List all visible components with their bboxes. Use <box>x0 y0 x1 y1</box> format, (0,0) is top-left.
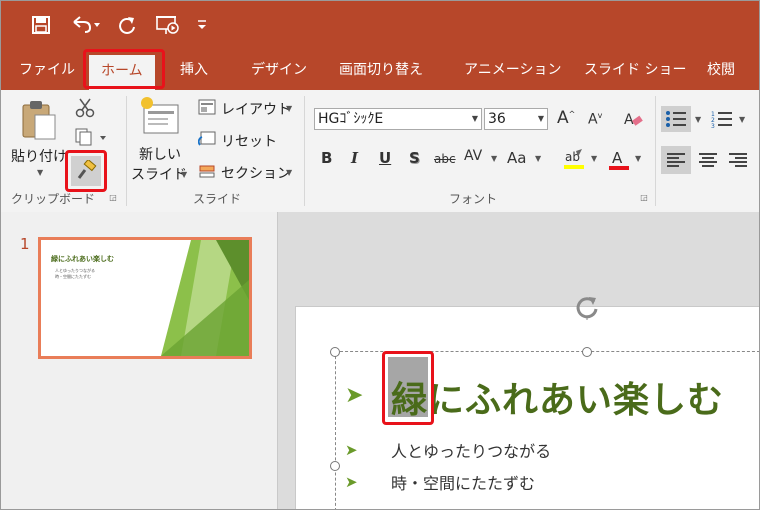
rotate-handle-icon[interactable] <box>573 293 601 321</box>
strikethrough-button[interactable]: abc <box>434 152 456 166</box>
resize-handle[interactable] <box>330 347 340 357</box>
divider <box>655 96 656 206</box>
spacing-dropdown-icon[interactable]: ▼ <box>491 154 497 163</box>
bullet-icon: ➤ <box>345 473 358 491</box>
svg-text:A: A <box>624 112 634 128</box>
divider <box>304 96 305 206</box>
layout-dropdown-icon[interactable]: ▼ <box>286 104 292 113</box>
slide-bullet-text[interactable]: 時・空間にたたずむ <box>391 470 535 494</box>
clipboard-group-label: クリップボード <box>11 192 96 206</box>
resize-handle[interactable] <box>582 347 592 357</box>
svg-text:A: A <box>612 149 623 167</box>
paste-button[interactable]: 貼り付け <box>11 146 67 166</box>
svg-text:3: 3 <box>711 123 715 128</box>
customize-qat-icon[interactable] <box>194 11 210 39</box>
font-name-value: HGｺﾞｼｯｸE <box>318 111 384 127</box>
character-spacing-button[interactable]: AV <box>464 148 482 164</box>
font-size-dropdown-icon[interactable]: ▼ <box>538 109 544 129</box>
copy-icon[interactable] <box>73 126 109 148</box>
home-tab-highlight <box>83 49 165 89</box>
slides-group-label: スライド <box>193 192 242 206</box>
align-left-icon[interactable] <box>661 146 691 174</box>
tab-review[interactable]: 校閲 <box>707 51 735 90</box>
section-icon[interactable] <box>197 162 217 180</box>
selection-highlight <box>382 351 434 425</box>
numbering-dropdown-icon[interactable]: ▼ <box>739 115 745 124</box>
font-size-combo[interactable]: 36 ▼ <box>484 108 548 130</box>
slide-thumbnail-1[interactable]: 緑にふれあい楽しむ 人とゆったりつながる 時・空間にたたずむ <box>38 237 252 359</box>
bullet-icon: ➤ <box>345 441 358 459</box>
clear-formatting-icon[interactable]: A <box>621 108 645 130</box>
slide-number: 1 <box>20 235 30 253</box>
font-launcher-icon[interactable]: ◲ <box>639 192 649 202</box>
ribbon: 貼り付け ▼ クリップボード ◲ 新しい スライド ▼ レイアウト ▼ リセット <box>1 90 759 213</box>
resize-handle[interactable] <box>330 461 340 471</box>
title-bar <box>1 1 759 51</box>
grow-font-icon[interactable]: A^ <box>557 108 575 128</box>
bullets-dropdown-icon[interactable]: ▼ <box>695 115 701 124</box>
cut-icon[interactable] <box>73 96 97 120</box>
new-slide-button[interactable]: スライド <box>131 164 187 184</box>
new-slide-icon[interactable] <box>137 94 183 138</box>
highlight-color-icon[interactable]: ab <box>561 146 587 172</box>
align-right-icon[interactable] <box>725 146 751 174</box>
start-slideshow-icon[interactable] <box>153 11 183 39</box>
redo-icon[interactable] <box>114 11 140 39</box>
align-center-icon[interactable] <box>695 146 721 174</box>
tab-slideshow[interactable]: スライド ショー <box>584 51 686 90</box>
tab-file[interactable]: ファイル <box>19 51 75 90</box>
paste-icon[interactable] <box>19 98 59 142</box>
save-icon[interactable] <box>26 11 56 39</box>
bold-button[interactable]: B <box>321 149 332 167</box>
reset-icon[interactable] <box>197 130 217 148</box>
numbering-icon[interactable]: 123 <box>709 106 735 132</box>
paste-dropdown-icon[interactable]: ▼ <box>37 168 43 177</box>
new-slide-label[interactable]: 新しい <box>139 144 181 164</box>
divider <box>126 96 127 206</box>
layout-button[interactable]: レイアウト <box>221 99 291 119</box>
highlight-dropdown-icon[interactable]: ▼ <box>591 154 597 163</box>
font-name-combo[interactable]: HGｺﾞｼｯｸE ▼ <box>314 108 482 130</box>
reset-button[interactable]: リセット <box>221 131 277 151</box>
title-bullet-icon: ➤ <box>345 383 364 408</box>
case-dropdown-icon[interactable]: ▼ <box>535 154 541 163</box>
tab-animations[interactable]: アニメーション <box>464 51 561 90</box>
tab-design[interactable]: デザイン <box>251 51 307 90</box>
thumbnail-bullet: 時・空間にたたずむ <box>55 274 91 279</box>
section-dropdown-icon[interactable]: ▼ <box>286 168 292 177</box>
slide-bullet-text[interactable]: 人とゆったりつながる <box>391 438 551 462</box>
thumbnail-title: 緑にふれあい楽しむ <box>51 255 114 263</box>
tab-insert[interactable]: 挿入 <box>180 51 208 90</box>
change-case-button[interactable]: Aa <box>507 149 526 167</box>
tab-transitions[interactable]: 画面切り替え <box>339 51 423 90</box>
font-name-dropdown-icon[interactable]: ▼ <box>472 109 478 129</box>
slide-title[interactable]: 緑にふれあい楽しむ <box>391 371 724 423</box>
clipboard-launcher-icon[interactable]: ◲ <box>108 192 118 202</box>
shrink-font-icon[interactable]: Av <box>588 111 602 128</box>
italic-button[interactable]: I <box>351 149 358 167</box>
undo-icon[interactable] <box>65 11 105 39</box>
font-color-icon[interactable]: A <box>606 146 632 172</box>
layout-icon[interactable] <box>197 98 217 116</box>
powerpoint-window: ファイル ホーム 挿入 デザイン 画面切り替え アニメーション スライド ショー… <box>0 0 760 510</box>
format-painter-highlight <box>65 150 107 192</box>
font-color-dropdown-icon[interactable]: ▼ <box>635 154 641 163</box>
underline-button[interactable]: U <box>379 149 391 167</box>
font-size-value: 36 <box>488 111 506 127</box>
bullets-icon[interactable] <box>661 106 691 132</box>
font-group-label: フォント <box>449 192 498 206</box>
new-slide-dropdown-icon[interactable]: ▼ <box>181 170 187 179</box>
section-button[interactable]: セクション <box>221 163 291 183</box>
text-shadow-button[interactable]: S <box>409 149 420 167</box>
